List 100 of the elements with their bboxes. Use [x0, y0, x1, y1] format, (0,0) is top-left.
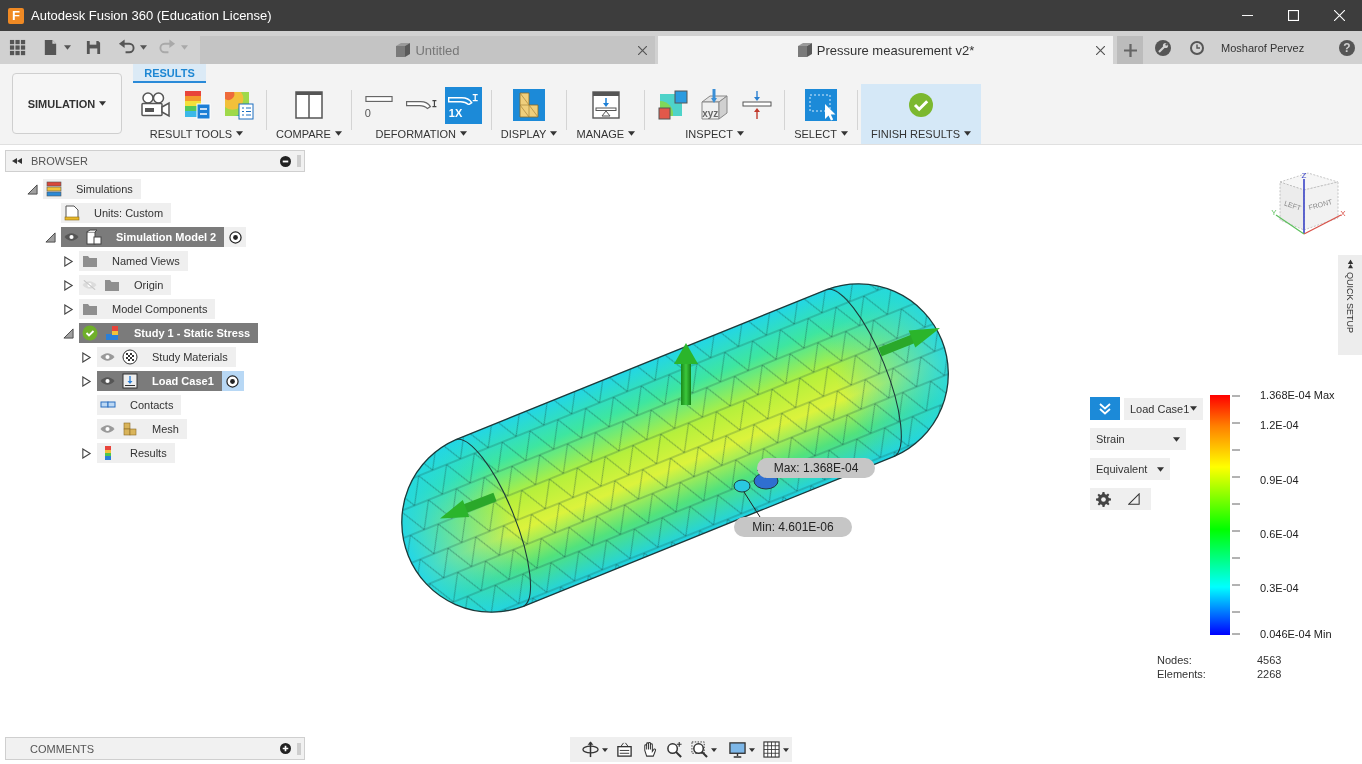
tree-item[interactable]: Named Views: [79, 251, 188, 271]
new-tab-button[interactable]: [1117, 36, 1143, 64]
caret-icon[interactable]: [140, 45, 147, 50]
check-circle-icon: [82, 325, 98, 341]
tree-item[interactable]: Model Components: [79, 299, 216, 319]
monitor-icon[interactable]: [729, 741, 746, 758]
blocks-icon: [122, 421, 138, 437]
close-tab-icon[interactable]: [1096, 45, 1105, 55]
tree-item[interactable]: Contacts: [97, 395, 182, 415]
tree-item[interactable]: Load Case1: [97, 371, 222, 391]
document-tab[interactable]: Pressure measurement v2*: [658, 36, 1113, 64]
window-title: Autodesk Fusion 360 (Education License): [31, 8, 272, 23]
grid-icon[interactable]: [763, 741, 780, 758]
group-menu-button[interactable]: COMPARE: [276, 127, 342, 140]
tree-item[interactable]: Simulations: [43, 179, 141, 199]
collapse-triangle-icon[interactable]: [45, 231, 56, 243]
panel-grip-icon[interactable]: [297, 155, 301, 167]
plus-icon: [1123, 43, 1137, 57]
probe-cube-icon: [698, 89, 731, 122]
ribbon-tool-button[interactable]: [802, 86, 840, 124]
tree-item[interactable]: Origin: [79, 275, 172, 295]
ribbon-tool-button[interactable]: xyz: [696, 86, 734, 124]
caret-icon[interactable]: [64, 45, 71, 50]
group-menu-button[interactable]: SELECT: [794, 127, 848, 140]
double-arrow-icon: [1347, 259, 1353, 269]
framed-panel-icon[interactable]: [616, 741, 633, 758]
activate-button[interactable]: [221, 371, 244, 391]
activate-button[interactable]: [224, 227, 247, 247]
caret-icon[interactable]: [783, 747, 789, 752]
orbit-icon[interactable]: [582, 741, 599, 758]
tree-item[interactable]: Simulation Model 2: [61, 227, 225, 247]
tree-item[interactable]: Study Materials: [97, 347, 236, 367]
collapse-triangle-icon[interactable]: [63, 327, 74, 339]
caret-icon: [550, 131, 558, 137]
undo-icon[interactable]: [118, 39, 135, 56]
scale-label: 0.3E-04: [1260, 581, 1300, 595]
caret-icon[interactable]: [711, 747, 717, 752]
group-menu-button[interactable]: DISPLAY: [500, 127, 558, 140]
minimize-icon[interactable]: [1242, 14, 1253, 17]
minus-circle-icon[interactable]: [280, 155, 291, 167]
contour-plot-icon: [222, 89, 255, 122]
zoom-icon[interactable]: [666, 741, 683, 758]
boxes-icon: [86, 229, 102, 245]
stacked-blocks-icon: [513, 89, 546, 122]
triangle-icon[interactable]: [1128, 493, 1140, 505]
caret-icon: [236, 131, 244, 137]
tree-item[interactable]: Study 1 - Static Stress: [79, 323, 259, 343]
result-type-dropdown[interactable]: Strain: [1090, 428, 1186, 450]
component-dropdown[interactable]: Equivalent: [1090, 458, 1170, 480]
stat-label: Elements:: [1157, 667, 1207, 681]
eye-icon[interactable]: [64, 232, 79, 242]
app-grid-icon[interactable]: [9, 39, 26, 56]
legend-toggle-button[interactable]: [1090, 397, 1120, 420]
tree-item[interactable]: Mesh: [97, 419, 187, 439]
zoom-window-icon[interactable]: [691, 741, 708, 758]
group-menu-button[interactable]: DEFORMATION: [375, 127, 468, 140]
plus-circle-icon[interactable]: [280, 743, 291, 754]
probe-label: Min: 4.601E-06: [734, 517, 852, 537]
wrench-circle-icon[interactable]: [1155, 39, 1171, 56]
tree-item[interactable]: Units: Custom: [61, 203, 172, 223]
panel-grip-icon[interactable]: [297, 742, 301, 755]
maximize-icon[interactable]: [1288, 10, 1299, 21]
expand-triangle-icon[interactable]: [81, 351, 92, 363]
collapse-triangle-icon[interactable]: [27, 183, 38, 195]
clock-icon[interactable]: [1189, 39, 1205, 56]
ribbon-tool-button[interactable]: 1X: [444, 86, 482, 124]
load-case-dropdown[interactable]: Load Case1: [1124, 397, 1204, 420]
double-arrow-icon[interactable]: [12, 158, 22, 164]
group-menu-button[interactable]: MANAGE: [576, 127, 636, 140]
pan-hand-icon[interactable]: [641, 741, 658, 758]
close-tab-icon[interactable]: [638, 45, 647, 55]
ribbon-tool-button[interactable]: 0: [360, 86, 398, 124]
caret-icon: [460, 131, 468, 137]
group-menu-button[interactable]: FINISH RESULTS: [870, 127, 971, 140]
caret-icon[interactable]: [749, 747, 755, 752]
folder-icon: [82, 301, 98, 317]
settings-icon[interactable]: [1096, 491, 1111, 507]
expand-triangle-icon[interactable]: [63, 303, 74, 315]
workspace-dropdown[interactable]: SIMULATION: [12, 73, 122, 134]
group-menu-button[interactable]: RESULT TOOLS: [149, 127, 244, 140]
close-icon[interactable]: [1334, 10, 1345, 21]
load-window-icon: [589, 89, 622, 122]
document-icon[interactable]: [42, 39, 59, 56]
checkered-ball-icon: [122, 349, 138, 365]
tree-item[interactable]: Results: [97, 443, 175, 463]
group-menu-button[interactable]: INSPECT: [685, 127, 744, 140]
expand-triangle-icon[interactable]: [63, 255, 74, 267]
caret-icon[interactable]: [602, 747, 608, 752]
expand-triangle-icon[interactable]: [63, 279, 74, 291]
quick-setup-tab[interactable]: QUICK SETUP: [1338, 255, 1362, 355]
bent-beam-icon: [448, 93, 479, 105]
scale-label: 0.6E-04: [1260, 527, 1300, 541]
eye-icon[interactable]: [100, 376, 115, 386]
expand-triangle-icon[interactable]: [81, 447, 92, 459]
save-icon[interactable]: [85, 39, 102, 56]
expand-triangle-icon[interactable]: [81, 375, 92, 387]
help-button[interactable]: ?: [1339, 39, 1355, 56]
ribbon-tool-button[interactable]: [510, 86, 548, 124]
color-block-icon: [104, 325, 120, 341]
user-name[interactable]: Mosharof Pervez: [1221, 41, 1305, 54]
